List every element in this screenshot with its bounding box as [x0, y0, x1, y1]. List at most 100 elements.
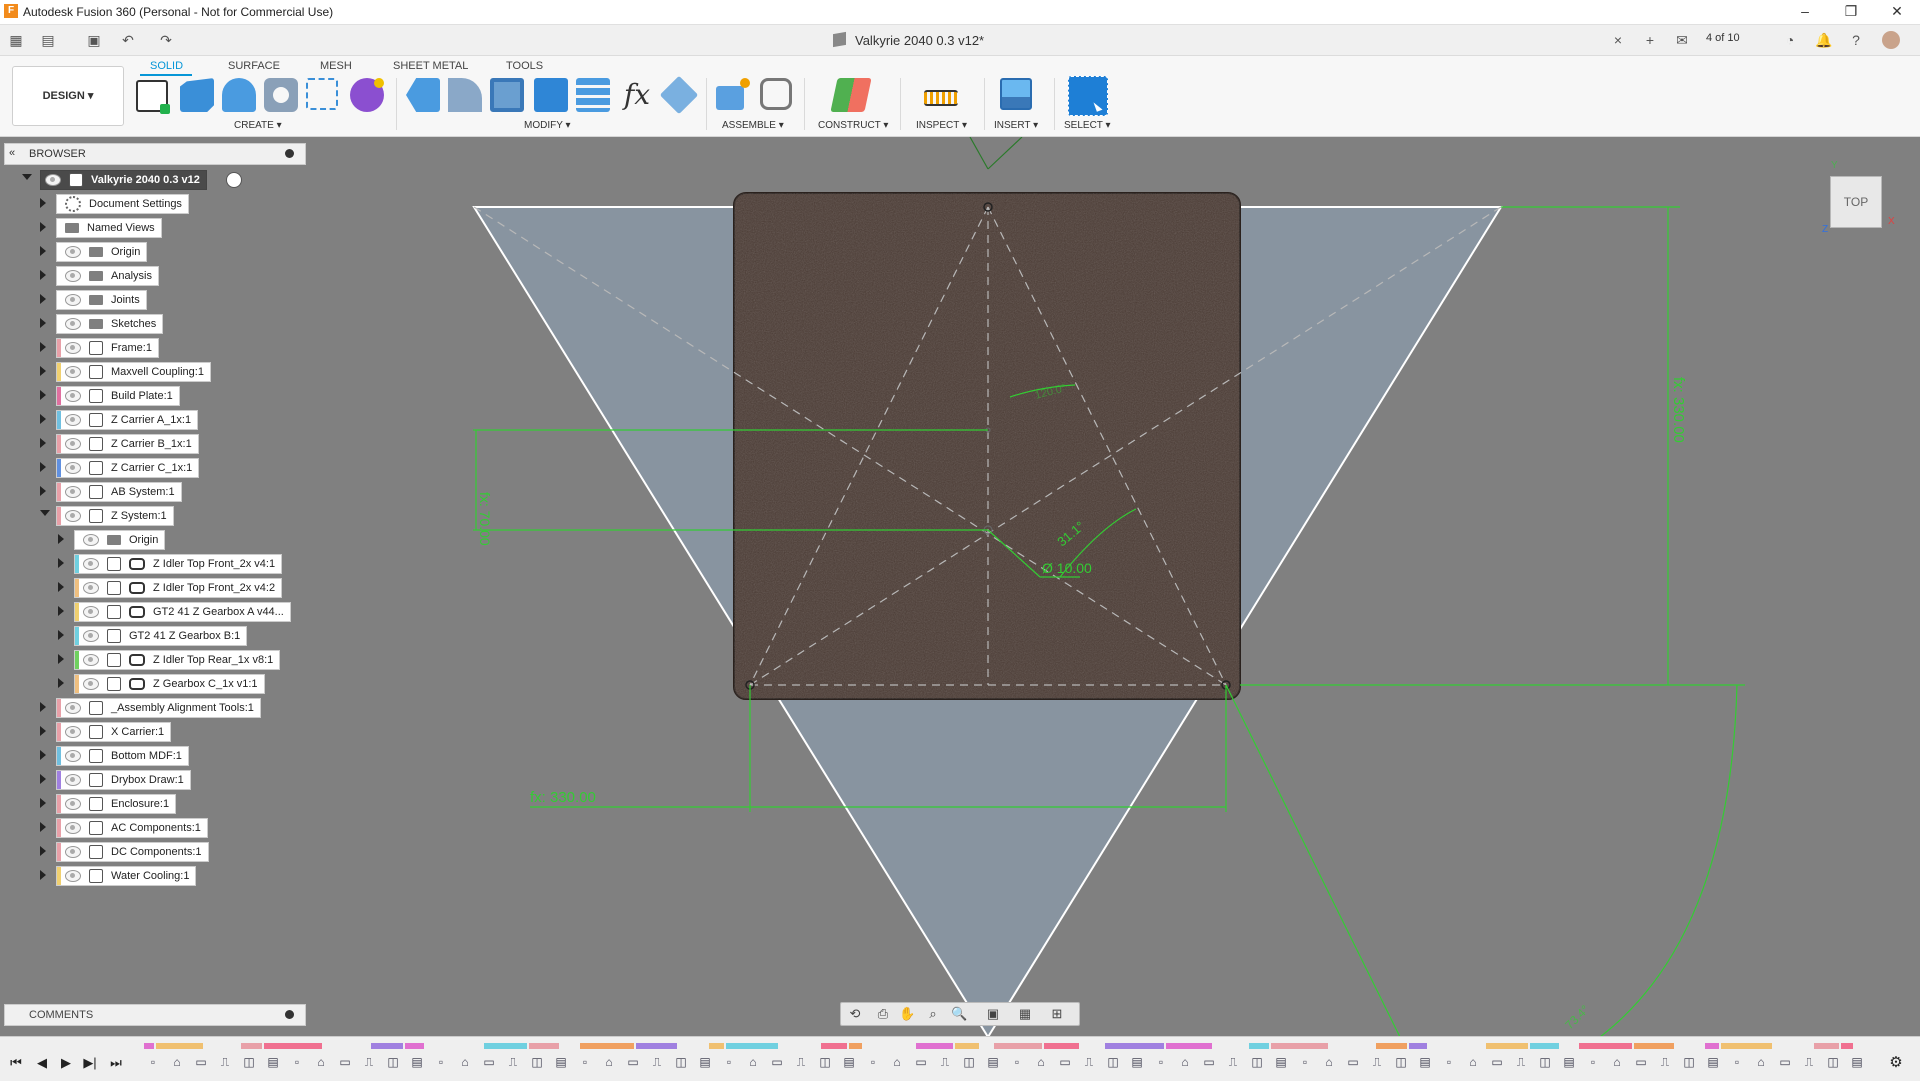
- look-at-icon[interactable]: ⎙: [875, 1006, 891, 1022]
- select-icon[interactable]: [1068, 76, 1108, 116]
- timeline-feature-icon[interactable]: ⌂: [1752, 1055, 1770, 1071]
- timeline-feature-icon[interactable]: ⌂: [744, 1055, 762, 1071]
- tab-tools[interactable]: TOOLS: [506, 60, 543, 72]
- timeline-feature-icon[interactable]: ▭: [1200, 1055, 1218, 1071]
- browser-node[interactable]: Bottom MDF:1: [56, 746, 189, 766]
- timeline-feature-icon[interactable]: ▤: [840, 1055, 858, 1071]
- browser-header[interactable]: « BROWSER: [4, 143, 306, 165]
- timeline-feature-icon[interactable]: ▤: [1848, 1055, 1866, 1071]
- hole-icon[interactable]: [264, 78, 298, 112]
- timeline-feature-icon[interactable]: ▤: [1272, 1055, 1290, 1071]
- tree-expander[interactable]: [40, 798, 46, 808]
- pattern-icon[interactable]: [306, 78, 338, 110]
- construction-line[interactable]: [969, 137, 989, 170]
- timeline-settings-icon[interactable]: ⚙: [1888, 1055, 1904, 1071]
- tree-expander[interactable]: [58, 582, 64, 592]
- tree-expander[interactable]: [40, 870, 46, 880]
- tree-expander[interactable]: [58, 630, 64, 640]
- tree-expander[interactable]: [40, 486, 46, 496]
- visibility-eye-icon[interactable]: [65, 774, 81, 786]
- visibility-eye-icon[interactable]: [83, 582, 99, 594]
- browser-root-node[interactable]: Valkyrie 2040 0.3 v12: [40, 170, 207, 190]
- timeline-feature-icon[interactable]: ▤: [696, 1055, 714, 1071]
- orbit-icon[interactable]: ⟲: [847, 1006, 863, 1022]
- timeline-feature-icon[interactable]: ▭: [768, 1055, 786, 1071]
- joint-icon[interactable]: [760, 78, 792, 110]
- avatar[interactable]: [1882, 31, 1900, 49]
- timeline-feature-icon[interactable]: ▤: [1704, 1055, 1722, 1071]
- browser-pin-icon[interactable]: [285, 149, 294, 158]
- timeline-feature-icon[interactable]: ▤: [408, 1055, 426, 1071]
- timeline-feature-icon[interactable]: ◫: [1680, 1055, 1698, 1071]
- visibility-eye-icon[interactable]: [65, 246, 81, 258]
- timeline-play-button[interactable]: ▶: [58, 1055, 74, 1071]
- combine-icon[interactable]: [534, 78, 568, 112]
- timeline-feature-icon[interactable]: ▭: [336, 1055, 354, 1071]
- browser-node[interactable]: Z Carrier B_1x:1: [56, 434, 199, 454]
- visibility-eye-icon[interactable]: [65, 750, 81, 762]
- browser-node[interactable]: GT2 41 Z Gearbox A v44...: [74, 602, 291, 622]
- timeline-feature-icon[interactable]: ▭: [1344, 1055, 1362, 1071]
- timeline-feature-icon[interactable]: ▫: [432, 1055, 450, 1071]
- tree-expander[interactable]: [40, 510, 50, 516]
- timeline-feature-icon[interactable]: ⌂: [888, 1055, 906, 1071]
- visibility-eye-icon[interactable]: [45, 174, 61, 186]
- visibility-eye-icon[interactable]: [65, 510, 81, 522]
- timeline-next-button[interactable]: ▶|: [82, 1055, 98, 1071]
- browser-node[interactable]: GT2 41 Z Gearbox B:1: [74, 626, 248, 646]
- visibility-eye-icon[interactable]: [83, 534, 99, 546]
- create-menu[interactable]: CREATE ▾: [234, 120, 282, 131]
- timeline-feature-icon[interactable]: ◫: [1104, 1055, 1122, 1071]
- dim-offset[interactable]: fx: 70.00: [477, 492, 493, 546]
- browser-node[interactable]: Origin: [56, 242, 148, 262]
- timeline-feature-icon[interactable]: ⎍: [216, 1055, 234, 1071]
- timeline-feature-icon[interactable]: ◫: [1536, 1055, 1554, 1071]
- browser-node[interactable]: AB System:1: [56, 482, 182, 502]
- close-window-button[interactable]: ✕: [1874, 0, 1920, 24]
- tab-surface[interactable]: SURFACE: [228, 60, 280, 72]
- tree-expander[interactable]: [40, 366, 46, 376]
- tree-expander[interactable]: [58, 558, 64, 568]
- browser-node[interactable]: Origin: [74, 530, 166, 550]
- tab-solid[interactable]: SOLID: [150, 60, 183, 72]
- timeline-start-button[interactable]: ⏮: [8, 1055, 24, 1071]
- tree-expander[interactable]: [40, 294, 46, 304]
- tree-expander[interactable]: [40, 246, 46, 256]
- timeline-feature-icon[interactable]: ◫: [672, 1055, 690, 1071]
- timeline-feature-icon[interactable]: ◫: [1248, 1055, 1266, 1071]
- timeline-feature-icon[interactable]: ⌂: [456, 1055, 474, 1071]
- timeline-feature-icon[interactable]: ▫: [1440, 1055, 1458, 1071]
- timeline-feature-icon[interactable]: ⎍: [1512, 1055, 1530, 1071]
- browser-node[interactable]: Enclosure:1: [56, 794, 177, 814]
- timeline-feature-icon[interactable]: ▭: [912, 1055, 930, 1071]
- tree-expander[interactable]: [40, 198, 46, 208]
- root-expander[interactable]: [22, 174, 32, 180]
- timeline-feature-icon[interactable]: ⌂: [1464, 1055, 1482, 1071]
- tree-expander[interactable]: [40, 726, 46, 736]
- timeline-feature-icon[interactable]: ⎍: [1656, 1055, 1674, 1071]
- tree-expander[interactable]: [40, 342, 46, 352]
- timeline-feature-icon[interactable]: ◫: [1824, 1055, 1842, 1071]
- timeline-feature-icon[interactable]: ▫: [864, 1055, 882, 1071]
- timeline-feature-icon[interactable]: ◫: [816, 1055, 834, 1071]
- tree-expander[interactable]: [40, 774, 46, 784]
- chat-icon[interactable]: ✉: [1672, 31, 1692, 49]
- dim-angle-big[interactable]: 73.4°: [1562, 1002, 1592, 1032]
- timeline-feature-icon[interactable]: ⌂: [168, 1055, 186, 1071]
- timeline-feature-icon[interactable]: ⎍: [360, 1055, 378, 1071]
- job-status-icon[interactable]: ◔: [1780, 31, 1800, 49]
- visibility-eye-icon[interactable]: [65, 486, 81, 498]
- visibility-eye-icon[interactable]: [65, 294, 81, 306]
- timeline-feature-icon[interactable]: ▫: [576, 1055, 594, 1071]
- save-icon[interactable]: ▣: [84, 31, 104, 49]
- align-icon[interactable]: [659, 75, 699, 115]
- close-tab-button[interactable]: ×: [1608, 31, 1628, 49]
- visibility-eye-icon[interactable]: [65, 438, 81, 450]
- extrude-icon[interactable]: [180, 78, 214, 112]
- tree-expander[interactable]: [40, 414, 46, 424]
- timeline-feature-icon[interactable]: ⌂: [312, 1055, 330, 1071]
- timeline-feature-icon[interactable]: ▫: [1584, 1055, 1602, 1071]
- browser-node[interactable]: Document Settings: [56, 194, 189, 214]
- timeline-feature-icon[interactable]: ▭: [480, 1055, 498, 1071]
- timeline-feature-icon[interactable]: ⎍: [792, 1055, 810, 1071]
